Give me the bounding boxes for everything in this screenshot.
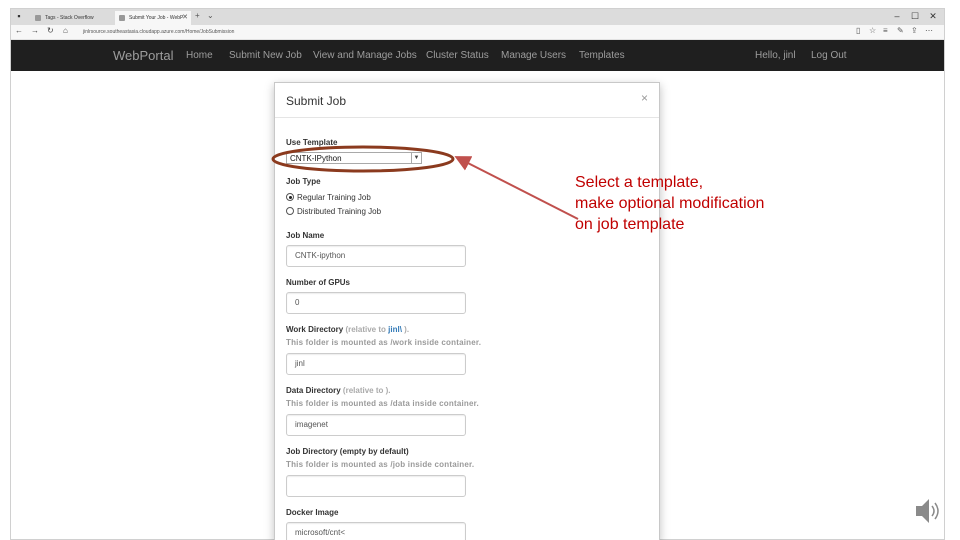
annotation-arrow (454, 156, 579, 220)
annotation-overlay (271, 145, 579, 220)
highlight-ellipse (271, 145, 455, 173)
slide: ▪ Tags - Stack Overflow Submit Your Job … (0, 0, 960, 540)
annotation-callout: Select a template, make optional modific… (575, 174, 765, 233)
speaker-icon[interactable] (914, 496, 942, 526)
